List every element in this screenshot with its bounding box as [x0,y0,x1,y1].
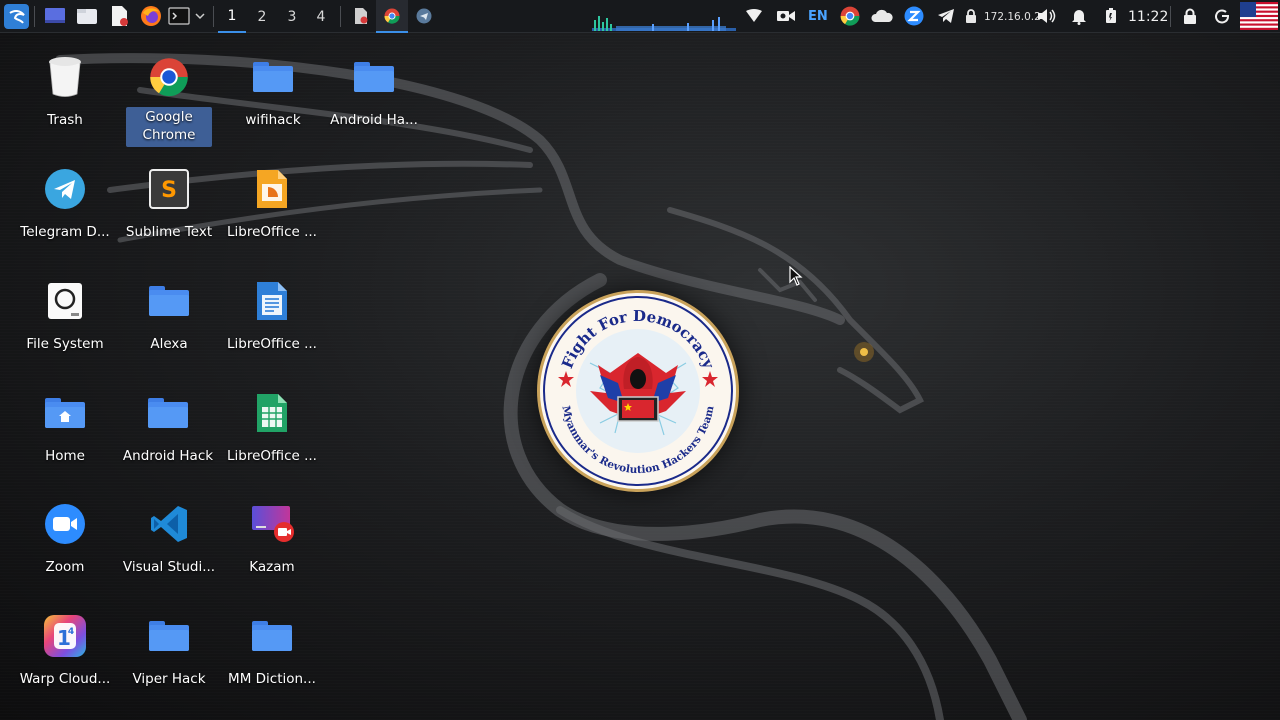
folder-icon [251,55,295,99]
battery-icon[interactable] [1100,5,1122,27]
panel-separator [340,6,341,27]
chrome-tray-icon[interactable] [839,5,861,27]
chrome-task-button[interactable] [376,0,408,33]
workspace-1[interactable]: 1 [218,0,246,33]
panel-separator [1170,6,1171,27]
desktop-icon-label: Telegram D... [20,224,110,240]
video-camera-icon[interactable] [775,5,797,27]
impress-icon [250,167,294,211]
zoom-icon [43,502,87,546]
desktop-icon-warp-cloud[interactable]: 14 Warp Cloud... [15,614,115,714]
desktop-icon-label: MM Diction... [228,671,316,687]
panel-separator [213,6,214,27]
workspace-3[interactable]: 3 [278,0,306,33]
desktop-icon-label: Sublime Text [125,224,213,240]
terminal-icon[interactable] [168,5,190,27]
home-folder-icon [43,391,87,435]
cloud-icon[interactable] [870,5,894,27]
notifications-bell-icon[interactable] [1068,5,1090,27]
terminal-dropdown-chevron-icon[interactable] [192,5,208,27]
writer-icon [250,279,294,323]
folder-icon [146,391,190,435]
chrome-task-icon [384,8,400,24]
svg-text:S: S [161,178,177,203]
trash-icon [43,55,87,99]
desktop-icon-label: Home [45,448,85,464]
calc-icon [250,391,294,435]
desktop-icon-label: Android Ha... [330,112,418,128]
desktop-icon-sublime-text[interactable]: S Sublime Text [119,167,219,267]
desktop-icon-label: File System [26,336,104,352]
workspace-4[interactable]: 4 [307,0,335,33]
show-desktop-icon[interactable] [44,5,66,27]
folder-icon [147,614,191,658]
workspace-2[interactable]: 2 [248,0,276,33]
desktop-icon-label: Alexa [150,336,188,352]
wifi-icon[interactable] [743,5,765,27]
zoom-tray-icon[interactable] [903,5,925,27]
kazam-icon [250,502,294,546]
desktop-icon-libreoffice-impress[interactable]: LibreOffice ... [222,167,322,267]
vpn-lock-icon[interactable] [962,5,980,27]
drive-icon [43,279,87,323]
network-activity-graph [592,16,736,31]
desktop-icon-alexa[interactable]: Alexa [119,279,219,379]
desktop-icon-libreoffice-writer[interactable]: LibreOffice ... [222,279,322,379]
keyboard-layout-indicator[interactable]: EN [808,0,828,33]
us-flag-icon[interactable] [1240,2,1278,30]
desktop-icon-android-ha[interactable]: Android Ha... [324,55,424,155]
vscode-icon [147,502,191,546]
chrome-icon [147,55,191,99]
clock[interactable]: 11:22 [1128,0,1168,33]
task-recorder-icon[interactable] [350,5,372,27]
text-editor-icon[interactable] [108,5,130,27]
folder-icon [352,55,396,99]
panel-separator [34,6,35,27]
sublime-icon: S [147,167,191,211]
telegram-icon [43,167,87,211]
folder-icon [147,279,191,323]
logout-icon[interactable] [1211,5,1233,27]
ip-address: 172.16.0.2 [984,10,1041,23]
desktop-icon-kazam[interactable]: Kazam [222,502,322,602]
desktop-icon-label: Android Hack [122,448,214,464]
desktop-icon-android-hack[interactable]: Android Hack [118,391,218,491]
telegram-tray-icon[interactable] [935,5,957,27]
desktop-icon-file-system[interactable]: File System [15,279,115,379]
desktop-icon-label: Warp Cloud... [19,671,111,687]
desktop-icon-label: Google Chrome [126,107,212,147]
desktop-icon-label: wifihack [245,112,301,128]
kali-menu-icon[interactable] [4,4,29,29]
hacker-team-emblem: Fight For Democracy Myanmar's Revolution… [540,293,736,489]
emblem-artwork: Fight For Democracy Myanmar's Revolution… [543,296,733,486]
desktop-icon-libreoffice-calc[interactable]: LibreOffice ... [222,391,322,491]
desktop-icon-label: Visual Studi... [122,559,216,575]
desktop-icon-label: Trash [47,112,83,128]
desktop-icon-label: LibreOffice ... [227,448,317,464]
telegram-task-icon[interactable] [413,5,435,27]
desktop-icon-label: LibreOffice ... [227,224,317,240]
desktop-icon-viper-hack[interactable]: Viper Hack [119,614,219,714]
file-manager-icon[interactable] [76,5,98,27]
desktop-icon-home[interactable]: Home [15,391,115,491]
desktop-icon-wifihack[interactable]: wifihack [223,55,323,155]
desktop-icon-label: Kazam [249,559,295,575]
desktop-icon-zoom[interactable]: Zoom [15,502,115,602]
folder-icon [250,614,294,658]
top-panel: 1 2 3 4 EN 172.16.0.2 11:22 [0,0,1280,33]
desktop-icon-mm-dictionary[interactable]: MM Diction... [222,614,322,714]
desktop-icon-google-chrome[interactable]: Google Chrome [119,55,219,155]
desktop-icon-telegram[interactable]: Telegram D... [15,167,115,267]
volume-icon[interactable] [1036,5,1058,27]
mouse-cursor-icon [789,266,803,286]
svg-text:4: 4 [68,627,74,637]
desktop-icon-label: Viper Hack [132,671,206,687]
desktop-icon-label: Zoom [45,559,85,575]
warp-icon: 14 [43,614,87,658]
desktop-icon-trash[interactable]: Trash [15,55,115,155]
lock-screen-icon[interactable] [1179,5,1201,27]
firefox-icon[interactable] [140,5,162,27]
desktop-icon-label: LibreOffice ... [227,336,317,352]
desktop-icon-visual-studio-code[interactable]: Visual Studi... [119,502,219,602]
